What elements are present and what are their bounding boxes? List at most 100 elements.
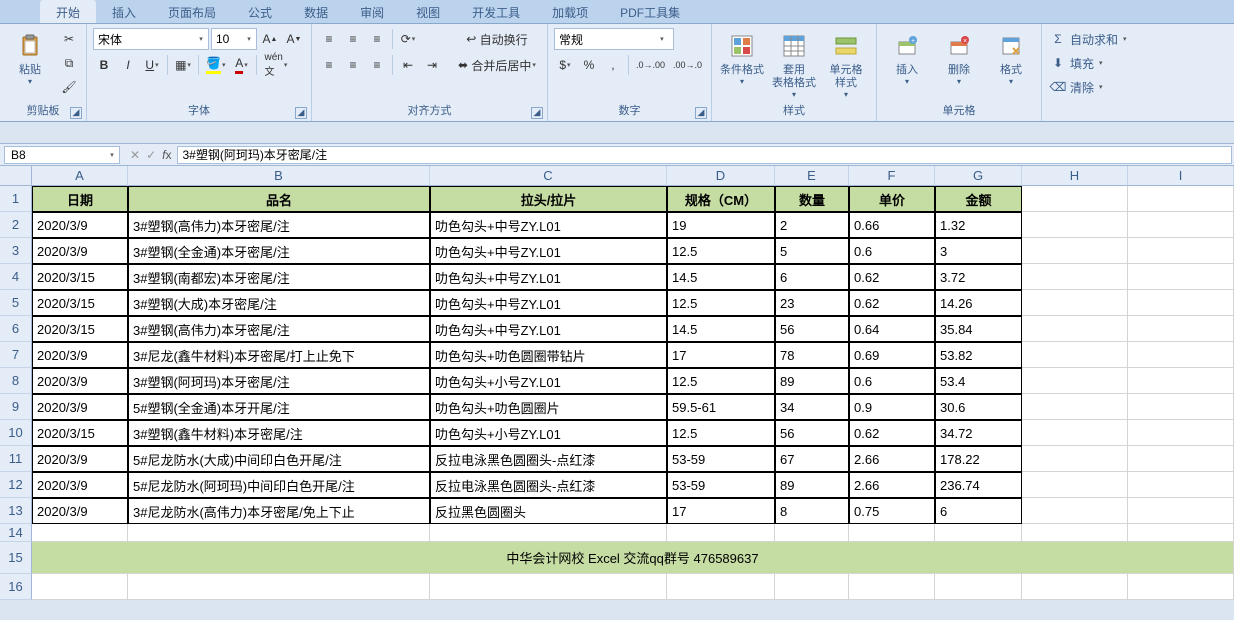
row-header-14[interactable]: 14 — [0, 524, 32, 542]
cell-11-H[interactable] — [1022, 446, 1128, 472]
row-header-6[interactable]: 6 — [0, 316, 32, 342]
accounting-format-button[interactable]: $▾ — [554, 54, 576, 76]
cell-14-D[interactable] — [667, 524, 775, 542]
format-cells-button[interactable]: 格式▾ — [987, 28, 1035, 100]
col-header-B[interactable]: B — [128, 166, 430, 186]
cell-4-A[interactable]: 2020/3/15 — [32, 264, 128, 290]
cell-2-I[interactable] — [1128, 212, 1234, 238]
row-header-3[interactable]: 3 — [0, 238, 32, 264]
clear-button[interactable]: ⌫ 清除▾ — [1048, 76, 1105, 98]
cell-6-C[interactable]: 叻色勾头+中号ZY.L01 — [430, 316, 667, 342]
cell-13-D[interactable]: 17 — [667, 498, 775, 524]
tab-开始[interactable]: 开始 — [40, 0, 96, 23]
paste-button[interactable]: 粘贴 ▾ — [6, 28, 54, 100]
col-header-E[interactable]: E — [775, 166, 849, 186]
cell-5-F[interactable]: 0.62 — [849, 290, 935, 316]
cell-16-G[interactable] — [935, 574, 1022, 600]
cell-9-E[interactable]: 34 — [775, 394, 849, 420]
cell-12-E[interactable]: 89 — [775, 472, 849, 498]
name-box[interactable] — [5, 148, 105, 162]
cell-1-B[interactable]: 品名 — [128, 186, 430, 212]
cell-14-F[interactable] — [849, 524, 935, 542]
increase-decimal-button[interactable]: .0→.00 — [633, 54, 668, 76]
cell-14-B[interactable] — [128, 524, 430, 542]
cell-11-G[interactable]: 178.22 — [935, 446, 1022, 472]
cell-9-I[interactable] — [1128, 394, 1234, 420]
row-header-4[interactable]: 4 — [0, 264, 32, 290]
copy-button[interactable]: ⧉ — [58, 52, 80, 74]
cell-7-B[interactable]: 3#尼龙(鑫牛材料)本牙密尾/打上止免下 — [128, 342, 430, 368]
cell-3-A[interactable]: 2020/3/9 — [32, 238, 128, 264]
cell-10-E[interactable]: 56 — [775, 420, 849, 446]
col-header-G[interactable]: G — [935, 166, 1022, 186]
increase-indent-button[interactable]: ⇥ — [421, 54, 443, 76]
clipboard-dialog-launcher[interactable]: ◢ — [70, 107, 82, 119]
cell-5-D[interactable]: 12.5 — [667, 290, 775, 316]
tab-PDF工具集[interactable]: PDF工具集 — [604, 0, 696, 23]
cell-14-H[interactable] — [1022, 524, 1128, 542]
col-header-D[interactable]: D — [667, 166, 775, 186]
cell-1-C[interactable]: 拉头/拉片 — [430, 186, 667, 212]
cell-6-I[interactable] — [1128, 316, 1234, 342]
align-dialog-launcher[interactable]: ◢ — [531, 107, 543, 119]
cell-11-F[interactable]: 2.66 — [849, 446, 935, 472]
cell-9-F[interactable]: 0.9 — [849, 394, 935, 420]
number-dialog-launcher[interactable]: ◢ — [695, 107, 707, 119]
font-size-input[interactable] — [212, 32, 242, 46]
cell-10-D[interactable]: 12.5 — [667, 420, 775, 446]
cell-7-A[interactable]: 2020/3/9 — [32, 342, 128, 368]
cell-2-C[interactable]: 叻色勾头+中号ZY.L01 — [430, 212, 667, 238]
tab-视图[interactable]: 视图 — [400, 0, 456, 23]
cell-8-F[interactable]: 0.6 — [849, 368, 935, 394]
cell-12-F[interactable]: 2.66 — [849, 472, 935, 498]
cell-9-G[interactable]: 30.6 — [935, 394, 1022, 420]
row-header-5[interactable]: 5 — [0, 290, 32, 316]
font-dialog-launcher[interactable]: ◢ — [295, 107, 307, 119]
cell-1-E[interactable]: 数量 — [775, 186, 849, 212]
cell-5-A[interactable]: 2020/3/15 — [32, 290, 128, 316]
tab-插入[interactable]: 插入 — [96, 0, 152, 23]
italic-button[interactable]: I — [117, 54, 139, 76]
cell-10-G[interactable]: 34.72 — [935, 420, 1022, 446]
cell-4-H[interactable] — [1022, 264, 1128, 290]
align-center-button[interactable]: ≡ — [342, 54, 364, 76]
cell-6-B[interactable]: 3#塑钢(高伟力)本牙密尾/注 — [128, 316, 430, 342]
col-header-H[interactable]: H — [1022, 166, 1128, 186]
tab-审阅[interactable]: 审阅 — [344, 0, 400, 23]
cancel-formula-button[interactable]: ✕ — [130, 148, 140, 162]
cell-12-A[interactable]: 2020/3/9 — [32, 472, 128, 498]
chevron-down-icon[interactable]: ▾ — [242, 35, 256, 43]
cell-11-B[interactable]: 5#尼龙防水(大成)中间印白色开尾/注 — [128, 446, 430, 472]
fill-color-button[interactable]: 🪣▾ — [203, 54, 228, 76]
fill-button[interactable]: ⬇ 填充▾ — [1048, 52, 1105, 74]
cell-16-F[interactable] — [849, 574, 935, 600]
font-color-button[interactable]: A▾ — [230, 54, 252, 76]
cell-13-B[interactable]: 3#尼龙防水(高伟力)本牙密尾/免上下止 — [128, 498, 430, 524]
cell-1-H[interactable] — [1022, 186, 1128, 212]
comma-button[interactable]: , — [602, 54, 624, 76]
bold-button[interactable]: B — [93, 54, 115, 76]
cell-8-I[interactable] — [1128, 368, 1234, 394]
row-header-1[interactable]: 1 — [0, 186, 32, 212]
cell-8-G[interactable]: 53.4 — [935, 368, 1022, 394]
cell-7-I[interactable] — [1128, 342, 1234, 368]
cell-8-C[interactable]: 叻色勾头+小号ZY.L01 — [430, 368, 667, 394]
decrease-indent-button[interactable]: ⇤ — [397, 54, 419, 76]
cell-8-E[interactable]: 89 — [775, 368, 849, 394]
cell-6-G[interactable]: 35.84 — [935, 316, 1022, 342]
cell-3-I[interactable] — [1128, 238, 1234, 264]
cell-10-I[interactable] — [1128, 420, 1234, 446]
align-middle-button[interactable]: ≡ — [342, 28, 364, 50]
cell-4-F[interactable]: 0.62 — [849, 264, 935, 290]
cell-2-F[interactable]: 0.66 — [849, 212, 935, 238]
cell-11-E[interactable]: 67 — [775, 446, 849, 472]
cell-5-E[interactable]: 23 — [775, 290, 849, 316]
cell-16-B[interactable] — [128, 574, 430, 600]
cell-3-G[interactable]: 3 — [935, 238, 1022, 264]
cell-6-E[interactable]: 56 — [775, 316, 849, 342]
cell-1-I[interactable] — [1128, 186, 1234, 212]
col-header-F[interactable]: F — [849, 166, 935, 186]
cell-2-H[interactable] — [1022, 212, 1128, 238]
tab-数据[interactable]: 数据 — [288, 0, 344, 23]
cell-12-B[interactable]: 5#尼龙防水(阿珂玛)中间印白色开尾/注 — [128, 472, 430, 498]
